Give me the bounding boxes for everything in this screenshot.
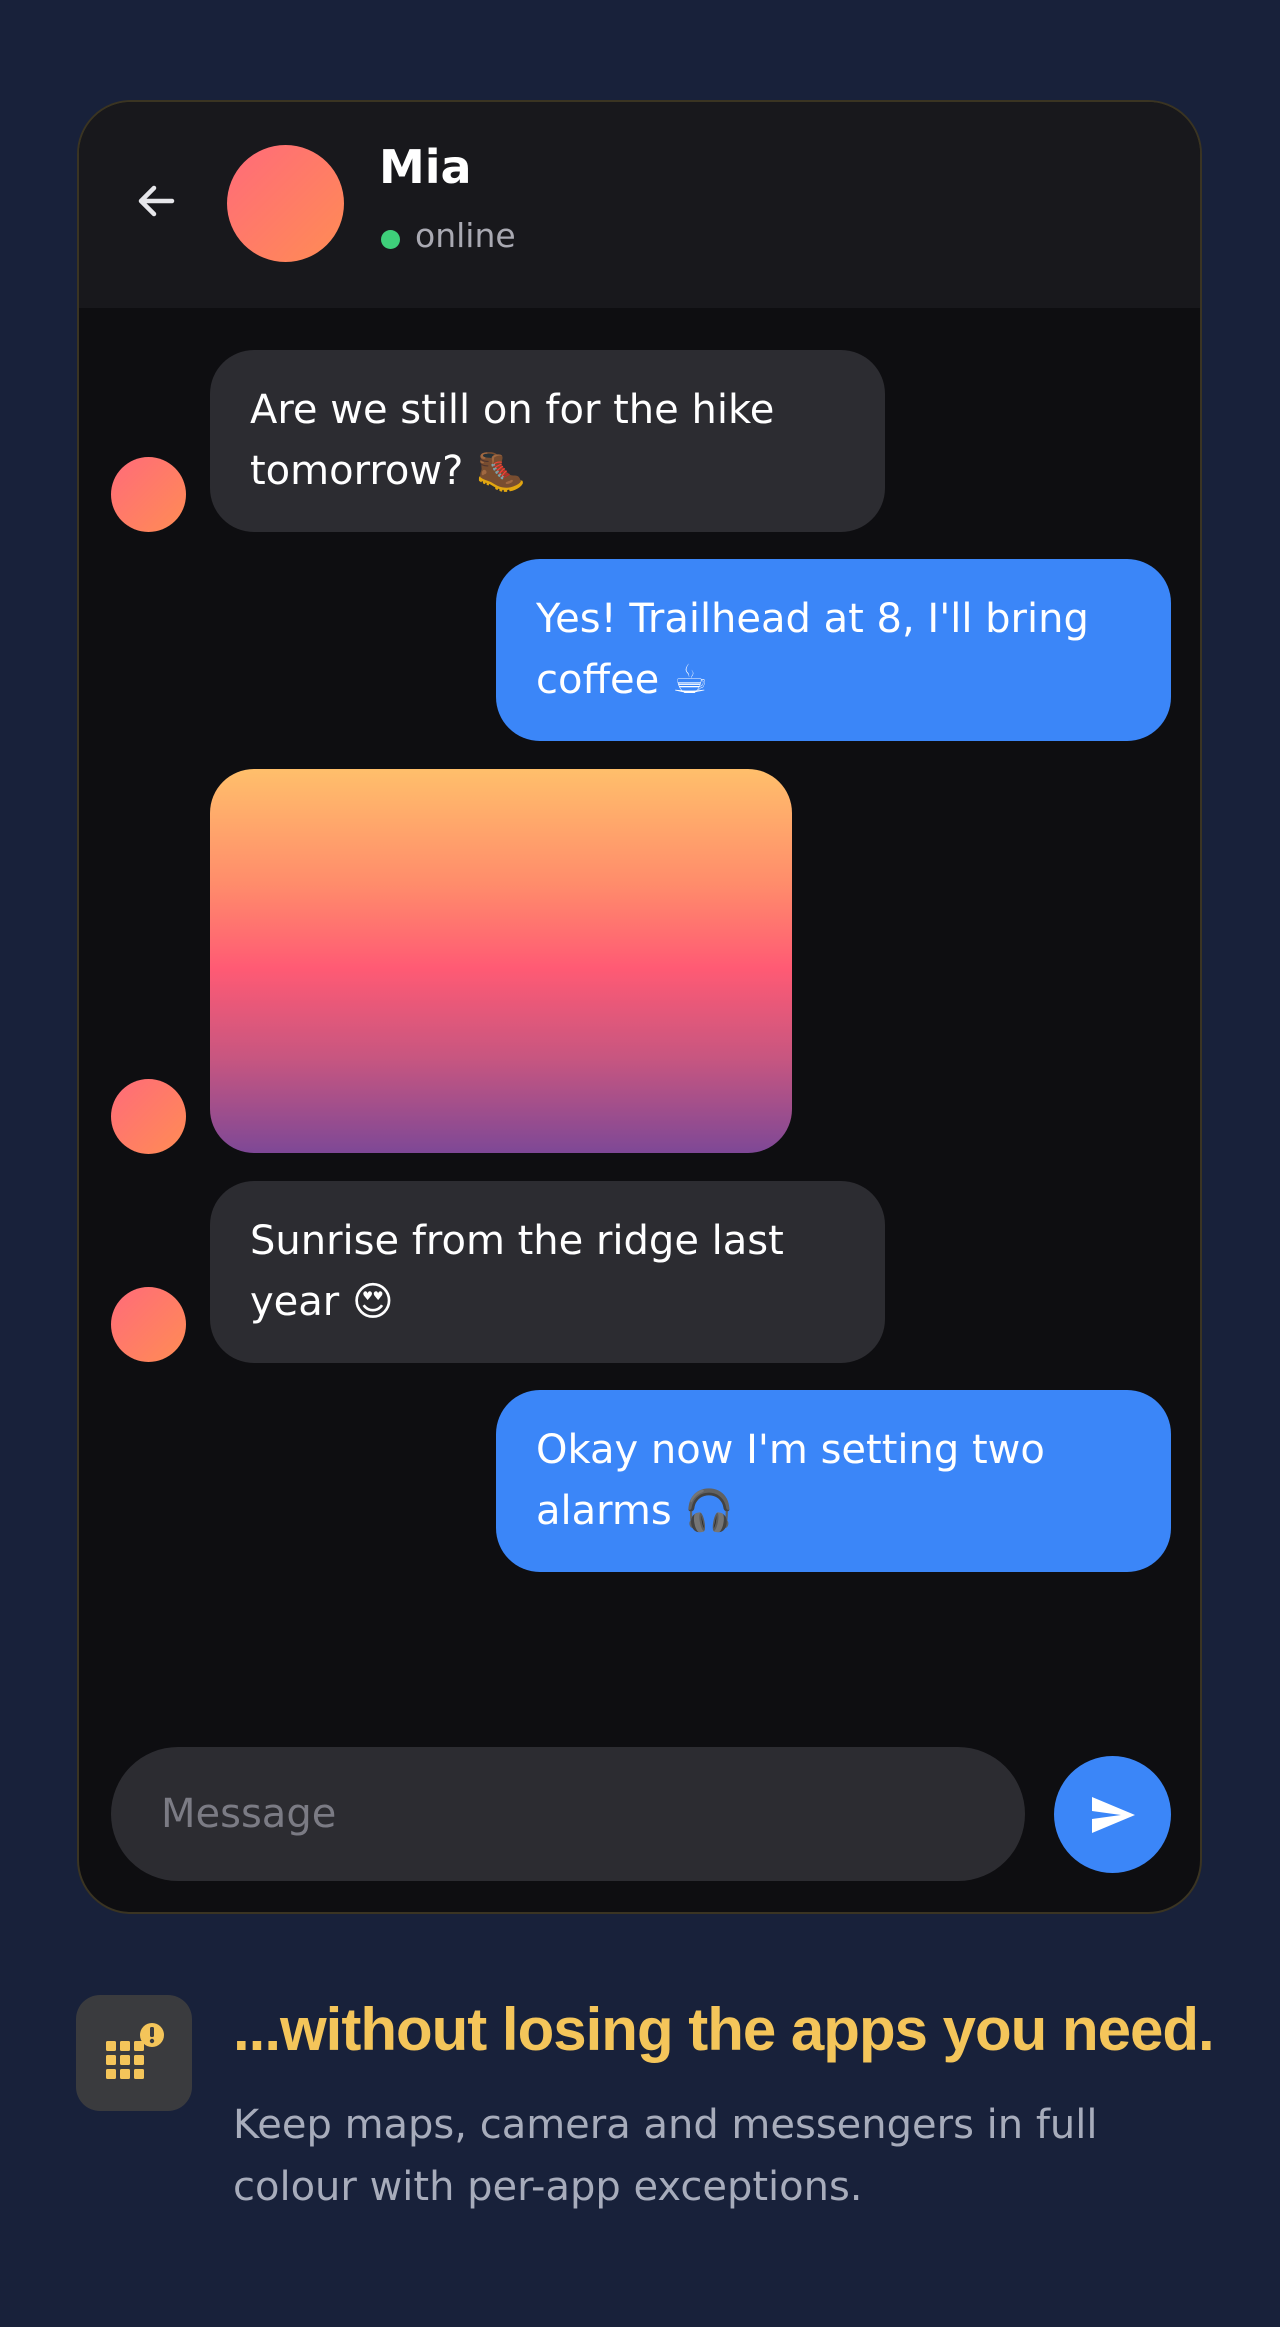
sender-avatar — [111, 457, 186, 532]
contact-name: Mia — [379, 140, 472, 194]
message-input[interactable] — [159, 1747, 999, 1881]
feature-icon-tile — [76, 1995, 192, 2111]
contact-avatar[interactable] — [227, 145, 344, 262]
chat-phone-mockup: Mia online Are we still on for the hike … — [77, 100, 1202, 1914]
arrow-left-icon — [138, 185, 175, 217]
back-button[interactable] — [129, 174, 183, 228]
message-bubble-outgoing[interactable]: Okay now I'm setting two alarms 🎧 — [496, 1390, 1171, 1572]
message-bubble-incoming[interactable]: Sunrise from the ridge last year 😍 — [210, 1181, 885, 1363]
contact-status: online — [415, 216, 516, 255]
sender-avatar — [111, 1287, 186, 1362]
online-status-dot — [381, 230, 400, 249]
send-button[interactable] — [1054, 1756, 1171, 1873]
shared-image-message[interactable] — [210, 769, 792, 1153]
message-bubble-incoming[interactable]: Are we still on for the hike tomorrow? 🥾 — [210, 350, 885, 532]
chat-header: Mia online — [79, 102, 1200, 308]
feature-title: ...without losing the apps you need. — [233, 1996, 1215, 2063]
feature-subtitle: Keep maps, camera and messengers in full… — [233, 2102, 1098, 2210]
sender-avatar — [111, 1079, 186, 1154]
message-input-container — [111, 1747, 1025, 1881]
message-bubble-outgoing[interactable]: Yes! Trailhead at 8, I'll bring coffee ☕ — [496, 559, 1171, 741]
send-icon — [1091, 1796, 1135, 1833]
app-grid-alert-icon — [106, 2023, 164, 2079]
